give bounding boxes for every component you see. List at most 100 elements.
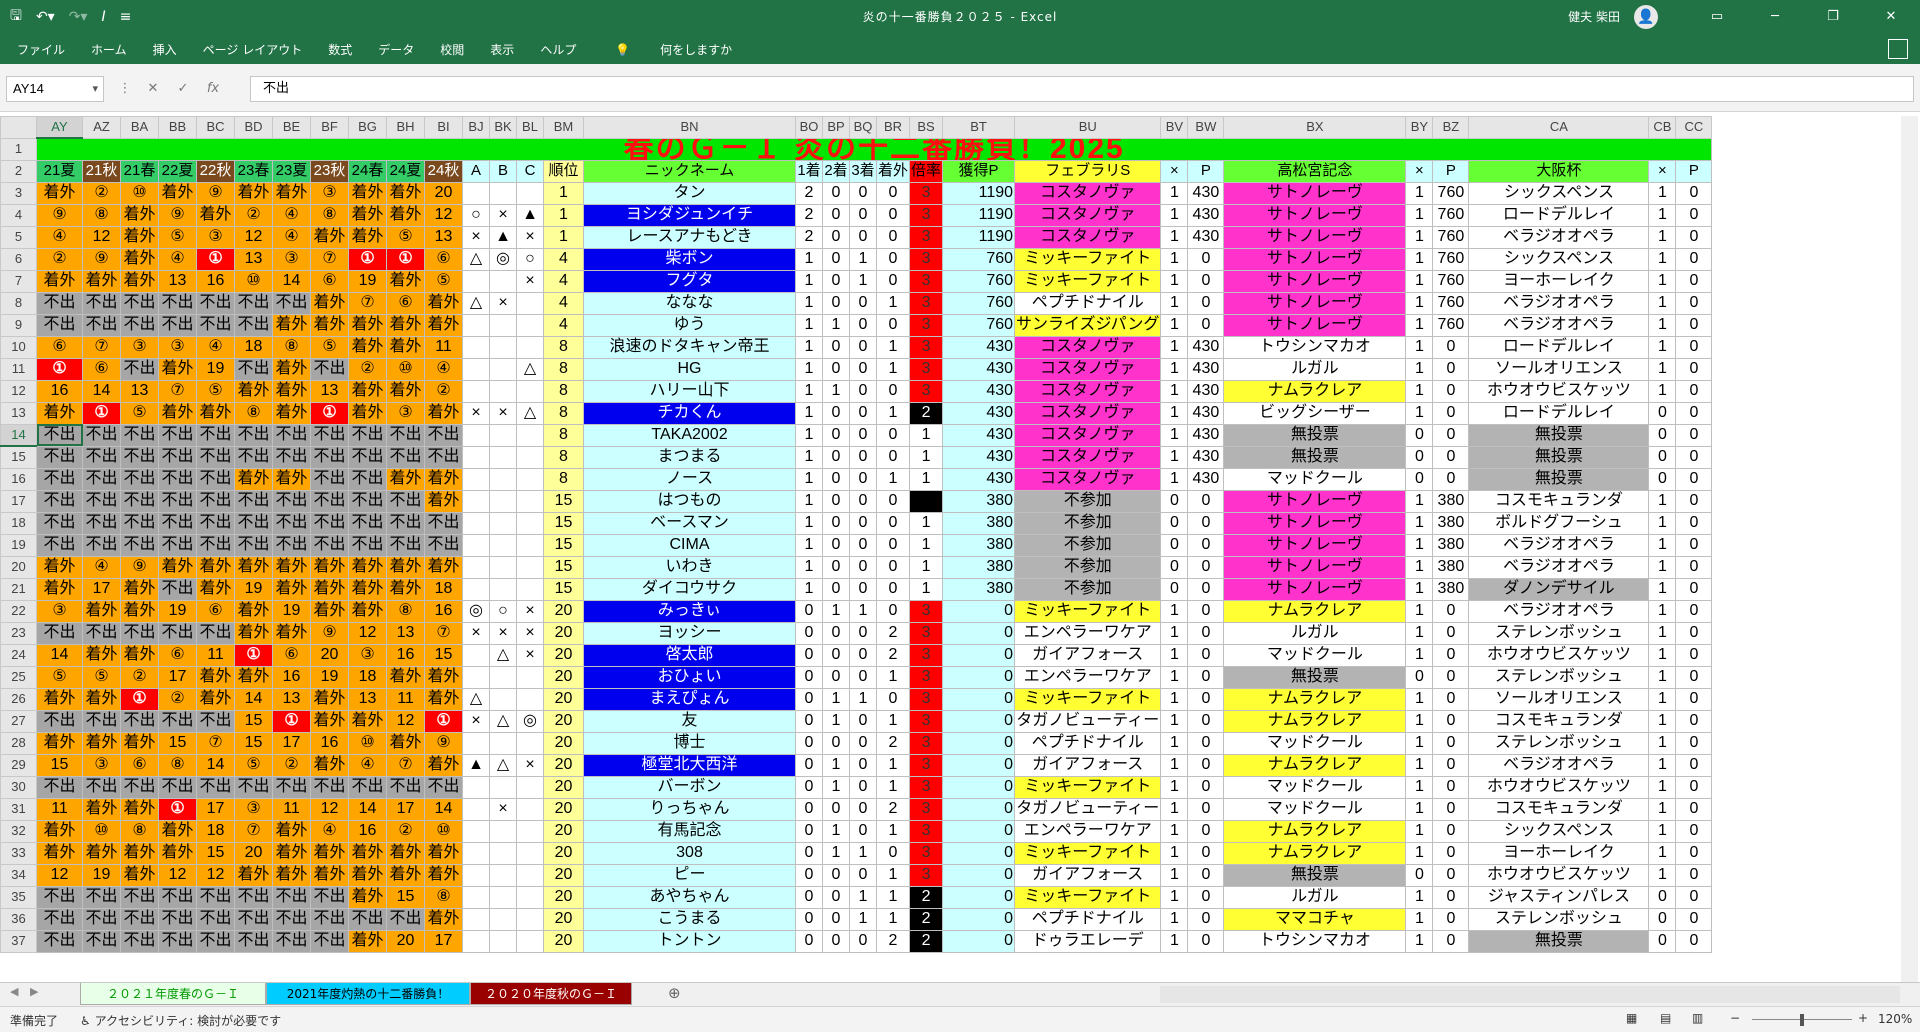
cell-bg15[interactable]: 不出 [348, 445, 387, 469]
cell-bz9[interactable]: 760 [1432, 313, 1470, 337]
cell-be35[interactable]: 不出 [272, 885, 311, 909]
column-header-ay[interactable]: AY [36, 116, 83, 139]
cell-ay22[interactable]: ③ [36, 599, 83, 623]
row-header-37[interactable]: 37 [0, 929, 37, 953]
cell-bf3[interactable]: ③ [310, 181, 349, 205]
column-header-bv[interactable]: BV [1160, 116, 1189, 139]
cell-bk16[interactable] [489, 467, 517, 491]
cell-bn14[interactable]: TAKA2002 [583, 423, 796, 447]
cell-bw15[interactable]: 430 [1187, 445, 1225, 469]
cell-bg33[interactable]: 着外 [348, 841, 387, 865]
cell-bt4[interactable]: 1190 [942, 203, 1016, 227]
cell-bz34[interactable]: 0 [1432, 863, 1470, 887]
cell-bc6[interactable]: ① [196, 247, 235, 271]
cell-ay14[interactable]: 不出 [36, 423, 83, 447]
cell-bm6[interactable]: 4 [543, 247, 584, 271]
cell-bu5[interactable]: コスタノヴァ [1014, 225, 1162, 249]
cell-br11[interactable]: 1 [875, 357, 911, 381]
cell-bq18[interactable]: 0 [849, 511, 877, 535]
cell-be3[interactable]: 着外 [272, 181, 311, 205]
cell-bj23[interactable]: × [462, 621, 490, 645]
cell-bw31[interactable]: 0 [1187, 797, 1225, 821]
cell-cb36[interactable]: 0 [1648, 907, 1677, 931]
cell-bc10[interactable]: ④ [196, 335, 235, 359]
cell-bf36[interactable]: 不出 [310, 907, 349, 931]
cell-bo11[interactable]: 1 [795, 357, 823, 381]
column-header-bb[interactable]: BB [158, 116, 197, 139]
cell-bh36[interactable]: 不出 [386, 907, 425, 931]
cell-bh31[interactable]: 17 [386, 797, 425, 821]
cell-bt27[interactable]: 0 [942, 709, 1016, 733]
cell-cb30[interactable]: 1 [1648, 775, 1677, 799]
cell-bw10[interactable]: 430 [1187, 335, 1225, 359]
cell-bv30[interactable]: 1 [1160, 775, 1189, 799]
cell-bg36[interactable]: 不出 [348, 907, 387, 931]
cell-bq7[interactable]: 1 [849, 269, 877, 293]
cell-bs17[interactable] [909, 489, 944, 513]
row-header-7[interactable]: 7 [0, 269, 37, 293]
cell-bz21[interactable]: 380 [1432, 577, 1470, 601]
cell-az23[interactable]: 不出 [82, 621, 121, 645]
cell-bi24[interactable]: 15 [424, 643, 463, 667]
cell-bv24[interactable]: 1 [1160, 643, 1189, 667]
column-header-bk[interactable]: BK [489, 116, 517, 139]
cell-be27[interactable]: ① [272, 709, 311, 733]
cell-bt21[interactable]: 380 [942, 577, 1016, 601]
cell-bh8[interactable]: ⑥ [386, 291, 425, 315]
column-header-ca[interactable]: CA [1468, 116, 1650, 139]
row-header-16[interactable]: 16 [0, 467, 37, 491]
cell-bo21[interactable]: 1 [795, 577, 823, 601]
cell-ca34[interactable]: ホウオウビスケッツ [1468, 863, 1650, 887]
cell-cb23[interactable]: 1 [1648, 621, 1677, 645]
cell-bu31[interactable]: タガノビューティー [1014, 797, 1162, 821]
header-cell[interactable]: 着外 [875, 159, 911, 183]
cell-bo5[interactable]: 2 [795, 225, 823, 249]
cell-ca30[interactable]: ホウオウビスケッツ [1468, 775, 1650, 799]
cell-by37[interactable]: 1 [1405, 929, 1434, 953]
cell-bk27[interactable]: △ [489, 709, 517, 733]
cell-bb14[interactable]: 不出 [158, 423, 197, 447]
cell-bm32[interactable]: 20 [543, 819, 584, 843]
cell-bz22[interactable]: 0 [1432, 599, 1470, 623]
row-header-23[interactable]: 23 [0, 621, 37, 645]
cell-bw3[interactable]: 430 [1187, 181, 1225, 205]
cell-ba5[interactable]: 着外 [120, 225, 159, 249]
enter-icon[interactable]: ✓ [170, 76, 196, 102]
row-header-12[interactable]: 12 [0, 379, 37, 403]
cell-bj34[interactable] [462, 863, 490, 887]
cell-ba12[interactable]: 13 [120, 379, 159, 403]
cell-bp15[interactable]: 0 [822, 445, 850, 469]
column-header-bm[interactable]: BM [543, 116, 584, 139]
restore-icon[interactable]: ❐ [1804, 0, 1862, 34]
cell-be17[interactable]: 不出 [272, 489, 311, 513]
cell-cb31[interactable]: 1 [1648, 797, 1677, 821]
cell-bp31[interactable]: 0 [822, 797, 850, 821]
undo-icon[interactable]: ↶▾ [36, 9, 55, 25]
column-header-bq[interactable]: BQ [849, 116, 877, 139]
cell-bw23[interactable]: 0 [1187, 621, 1225, 645]
cell-by18[interactable]: 1 [1405, 511, 1434, 535]
cell-bp12[interactable]: 1 [822, 379, 850, 403]
cell-cb13[interactable]: 0 [1648, 401, 1677, 425]
menu-insert[interactable]: 挿入 [140, 41, 190, 58]
cell-bg19[interactable]: 不出 [348, 533, 387, 557]
cell-bf29[interactable]: 着外 [310, 753, 349, 777]
cell-ba31[interactable]: 着外 [120, 797, 159, 821]
cell-br12[interactable]: 0 [875, 379, 911, 403]
cell-by31[interactable]: 1 [1405, 797, 1434, 821]
cell-bv28[interactable]: 1 [1160, 731, 1189, 755]
cell-bh29[interactable]: ⑦ [386, 753, 425, 777]
cell-az10[interactable]: ⑦ [82, 335, 121, 359]
cell-bu15[interactable]: コスタノヴァ [1014, 445, 1162, 469]
cell-bb7[interactable]: 13 [158, 269, 197, 293]
cell-bs9[interactable]: 3 [909, 313, 944, 337]
cell-bq11[interactable]: 0 [849, 357, 877, 381]
cell-bk14[interactable] [489, 423, 517, 447]
cell-bg5[interactable]: 着外 [348, 225, 387, 249]
header-cell[interactable]: × [1405, 159, 1434, 183]
cell-bd5[interactable]: 12 [234, 225, 273, 249]
cell-bh21[interactable]: 着外 [386, 577, 425, 601]
cell-bh7[interactable]: 着外 [386, 269, 425, 293]
cell-ba36[interactable]: 不出 [120, 907, 159, 931]
cell-bb21[interactable]: 不出 [158, 577, 197, 601]
